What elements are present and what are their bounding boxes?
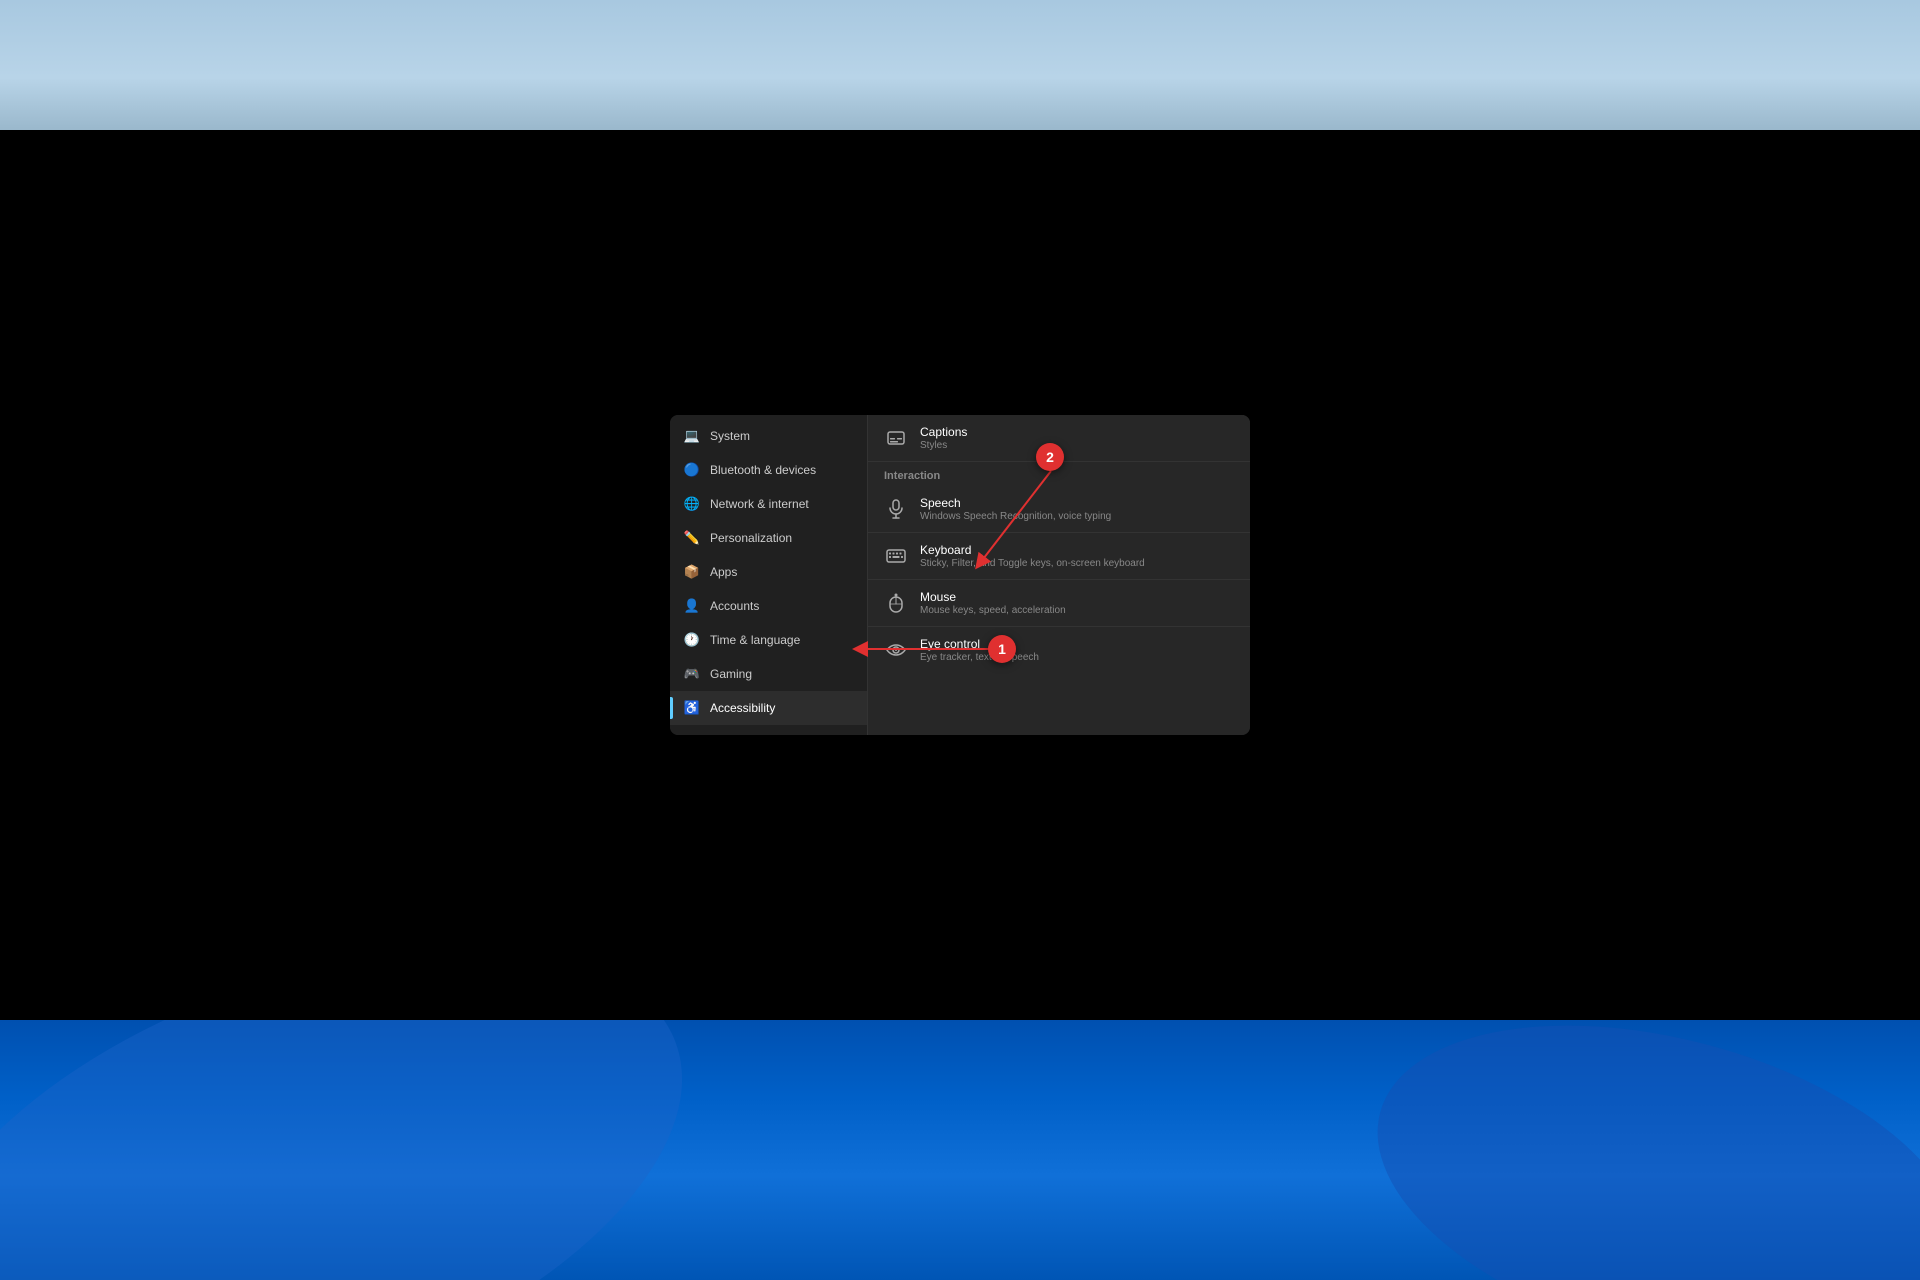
speech-text: Speech Windows Speech Recognition, voice… (920, 496, 1111, 522)
captions-text: Captions Styles (920, 425, 967, 451)
sidebar-label-time: Time & language (710, 633, 800, 647)
sidebar-label-apps: Apps (710, 565, 737, 579)
eye-control-title: Eye control (920, 637, 1039, 651)
speech-subtitle: Windows Speech Recognition, voice typing (920, 511, 1111, 522)
content-item-speech[interactable]: Speech Windows Speech Recognition, voice… (868, 486, 1250, 533)
sidebar-item-gaming[interactable]: 🎮 Gaming (670, 657, 867, 691)
personalization-icon: ✏️ (684, 530, 700, 546)
sidebar-item-system[interactable]: 💻 System (670, 419, 867, 453)
eye-control-icon (884, 638, 908, 662)
sidebar-item-privacy[interactable]: 🔒 Privacy & security (670, 725, 867, 735)
eye-control-text: Eye control Eye tracker, text-to-speech (920, 637, 1039, 663)
content-item-mouse[interactable]: Mouse Mouse keys, speed, acceleration (868, 580, 1250, 627)
bottom-wallpaper (0, 1020, 1920, 1280)
settings-window: 1 2 (670, 415, 1250, 735)
sidebar-item-bluetooth[interactable]: 🔵 Bluetooth & devices (670, 453, 867, 487)
keyboard-subtitle: Sticky, Filter, and Toggle keys, on-scre… (920, 558, 1145, 569)
speech-title: Speech (920, 496, 1111, 510)
network-icon: 🌐 (684, 496, 700, 512)
sidebar-label-personalization: Personalization (710, 531, 792, 545)
time-icon: 🕐 (684, 632, 700, 648)
apps-icon: 📦 (684, 564, 700, 580)
captions-subtitle: Styles (920, 440, 967, 451)
sidebar-label-bluetooth: Bluetooth & devices (710, 463, 816, 477)
sidebar-label-accounts: Accounts (710, 599, 759, 613)
sidebar: 💻 System 🔵 Bluetooth & devices 🌐 Network… (670, 415, 868, 735)
sidebar-label-network: Network & internet (710, 497, 809, 511)
sidebar-label-gaming: Gaming (710, 667, 752, 681)
keyboard-text: Keyboard Sticky, Filter, and Toggle keys… (920, 543, 1145, 569)
sidebar-item-time[interactable]: 🕐 Time & language (670, 623, 867, 657)
sidebar-label-system: System (710, 429, 750, 443)
speech-icon (884, 497, 908, 521)
sidebar-item-accounts[interactable]: 👤 Accounts (670, 589, 867, 623)
mouse-icon (884, 591, 908, 615)
mouse-title: Mouse (920, 590, 1066, 604)
accounts-icon: 👤 (684, 598, 700, 614)
sidebar-item-personalization[interactable]: ✏️ Personalization (670, 521, 867, 555)
captions-icon (884, 426, 908, 450)
sidebar-item-apps[interactable]: 📦 Apps (670, 555, 867, 589)
top-band (0, 0, 1920, 130)
content-item-eye-control[interactable]: Eye control Eye tracker, text-to-speech (868, 627, 1250, 673)
sidebar-item-accessibility[interactable]: ♿ Accessibility (670, 691, 867, 725)
annotation-2: 2 (1036, 443, 1064, 471)
page-wrapper: 1 2 (0, 0, 1920, 1280)
main-area: 1 2 (0, 130, 1920, 1020)
gaming-icon: 🎮 (684, 666, 700, 682)
sidebar-item-network[interactable]: 🌐 Network & internet (670, 487, 867, 521)
mouse-text: Mouse Mouse keys, speed, acceleration (920, 590, 1066, 616)
content-item-keyboard[interactable]: Keyboard Sticky, Filter, and Toggle keys… (868, 533, 1250, 580)
privacy-icon: 🔒 (684, 734, 700, 735)
keyboard-icon (884, 544, 908, 568)
sidebar-label-accessibility: Accessibility (710, 701, 775, 715)
eye-control-subtitle: Eye tracker, text-to-speech (920, 652, 1039, 663)
system-icon: 💻 (684, 428, 700, 444)
annotation-1: 1 (988, 635, 1016, 663)
accessibility-icon: ♿ (684, 700, 700, 716)
captions-title: Captions (920, 425, 967, 439)
keyboard-title: Keyboard (920, 543, 1145, 557)
mouse-subtitle: Mouse keys, speed, acceleration (920, 605, 1066, 616)
bluetooth-icon: 🔵 (684, 462, 700, 478)
